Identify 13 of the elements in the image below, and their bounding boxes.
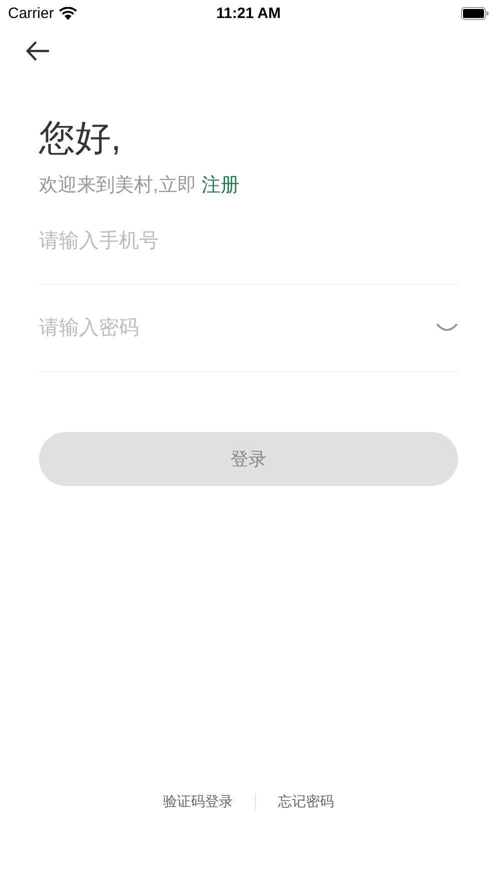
battery-icon	[461, 6, 489, 20]
phone-field[interactable]: 请输入手机号	[39, 230, 458, 252]
carrier-label: Carrier	[8, 4, 54, 22]
footer-link[interactable]: 验证码登录	[141, 793, 255, 811]
register-link[interactable]: 注册	[201, 172, 240, 198]
eye-closed-icon[interactable]	[436, 322, 458, 334]
greeting-title: 您好,	[39, 117, 122, 158]
status-time: 11:21 AM	[216, 4, 281, 22]
back-arrow-icon[interactable]	[26, 41, 50, 61]
password-field[interactable]: 请输入密码	[39, 316, 436, 340]
footer-link[interactable]: 忘记密码	[256, 793, 356, 811]
wifi-icon	[58, 6, 77, 20]
welcome-text: 欢迎来到美村,立即	[39, 174, 196, 198]
